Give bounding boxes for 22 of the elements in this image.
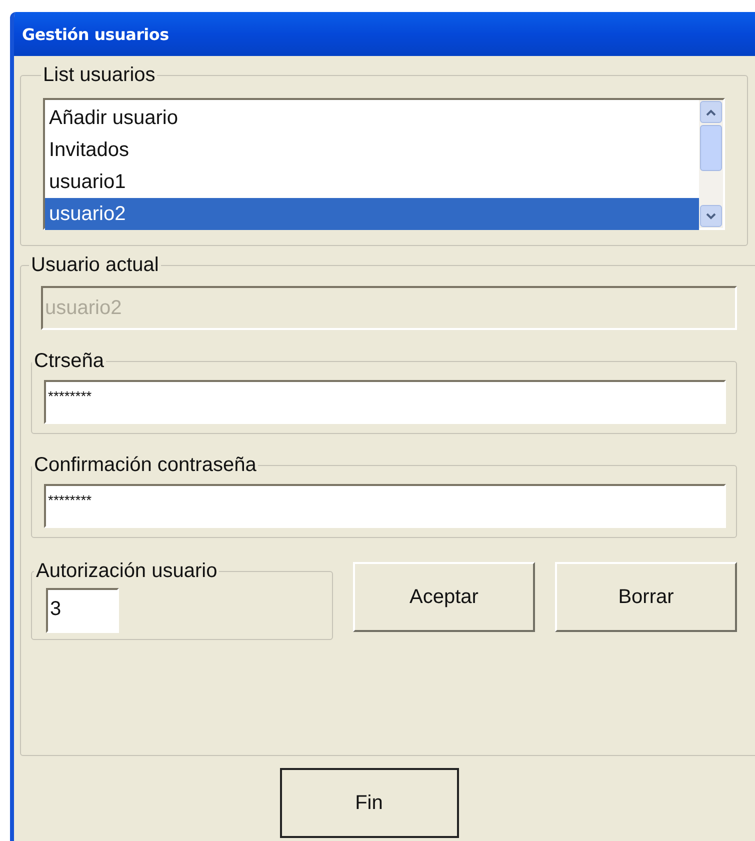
scroll-up-button[interactable] [700,101,722,123]
input-field[interactable]: 3 [46,588,119,633]
group-label: Confirmación contraseña [33,453,258,478]
group-label: Ctrseña [33,349,106,374]
list-item[interactable]: usuario2 [45,198,699,230]
dialog-button[interactable]: Borrar [555,562,737,632]
list-item[interactable]: Añadir usuario [45,102,699,134]
chevron-down-icon [706,212,716,220]
password-field[interactable]: ******** [44,484,726,528]
window-title: Gestión usuarios [22,24,169,44]
scroll-thumb[interactable] [700,125,722,171]
group-label: Autorización usuario [35,559,218,584]
scrollbar[interactable] [699,100,723,228]
finish-button[interactable]: Fin [280,768,458,838]
dialog-button[interactable]: Aceptar [353,562,535,632]
group-label: List usuarios [42,63,156,88]
scroll-down-button[interactable] [700,205,722,227]
password-field[interactable]: ******** [44,380,726,424]
list-item[interactable]: Invitados [45,134,699,166]
chevron-up-icon [706,108,716,116]
list-item[interactable]: usuario1 [45,166,699,198]
group-label: Usuario actual [30,253,160,278]
